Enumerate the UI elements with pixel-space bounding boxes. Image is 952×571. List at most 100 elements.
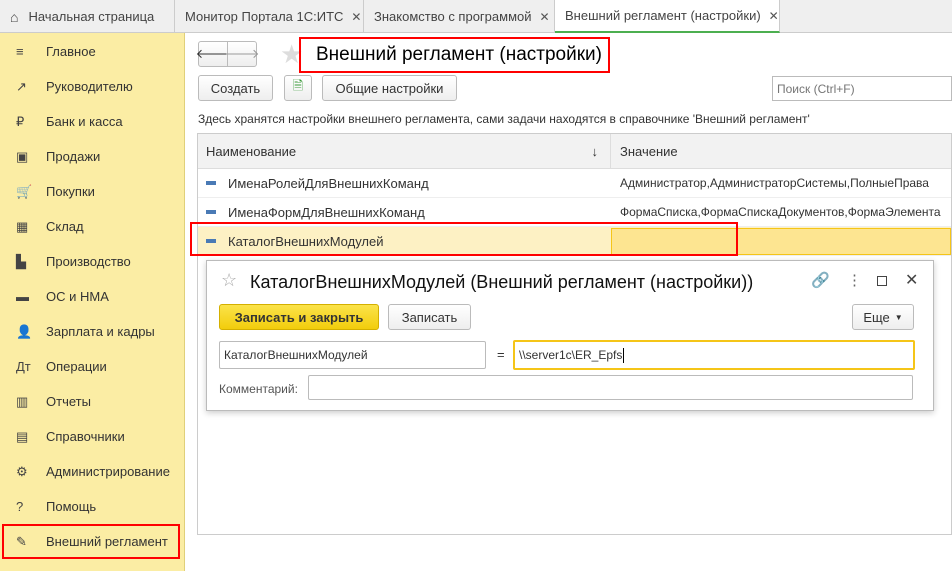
sidebar-item-label: Помощь xyxy=(46,499,97,514)
tab-label: Знакомство с программой xyxy=(374,9,532,24)
row-value: ФормаСписка,ФормаСпискаДокументов,ФормаЭ… xyxy=(620,205,941,219)
save-and-close-button[interactable]: Записать и закрыть xyxy=(219,304,379,330)
sidebar-item-label: Продажи xyxy=(46,149,101,164)
close-icon[interactable]: ✕ xyxy=(769,9,779,23)
text-cursor xyxy=(623,347,625,363)
sidebar-icon: ↗ xyxy=(16,78,27,94)
sidebar-item[interactable]: ▬ ОС и НМА xyxy=(0,279,184,314)
table-header: Наименование ↓ Значение xyxy=(198,133,951,169)
sidebar-icon: 👤 xyxy=(16,323,33,339)
sidebar-icon: ₽ xyxy=(16,113,25,129)
row-value: Администратор,АдминистраторСистемы,Полны… xyxy=(620,176,929,190)
row-name: ИменаРолейДляВнешнихКоманд xyxy=(228,175,429,191)
sidebar-item[interactable]: 🛒 Покупки xyxy=(0,174,184,209)
more-label: Еще xyxy=(863,309,890,325)
sidebar-icon: 🛒 xyxy=(16,183,33,199)
row-highlight xyxy=(190,222,738,256)
maximize-icon[interactable] xyxy=(877,276,887,286)
sidebar-item[interactable]: ✎ Внешний регламент xyxy=(2,524,180,559)
value-field[interactable]: \\server1c\ER_Epfs xyxy=(513,340,915,370)
tab-bar: ⌂ Начальная страница Монитор Портала 1С:И… xyxy=(0,0,952,33)
tab-external-settings[interactable]: Внешний регламент (настройки) ✕ xyxy=(555,0,780,33)
sidebar-item-label: Справочники xyxy=(46,429,125,444)
forward-button[interactable]: 🡒 xyxy=(225,41,259,67)
sidebar-item-label: Покупки xyxy=(46,184,95,199)
add-file-button[interactable]: 🗎 xyxy=(284,75,312,101)
sidebar-icon: ? xyxy=(16,499,24,514)
edit-dialog: ☆ КаталогВнешнихМодулей (Внешний регламе… xyxy=(206,260,934,411)
close-icon[interactable]: ✕ xyxy=(351,10,361,24)
sidebar-item[interactable]: ≡ Главное xyxy=(0,34,184,69)
sidebar-icon: ▥ xyxy=(16,393,29,409)
sidebar-item[interactable]: ₽ Банк и касса xyxy=(0,104,184,139)
sidebar-item-label: Операции xyxy=(46,359,107,374)
sidebar-icon: ▤ xyxy=(16,428,29,444)
favorite-star-icon[interactable]: ☆ xyxy=(221,270,237,291)
sidebar-item-label: Зарплата и кадры xyxy=(46,324,155,339)
sidebar-icon: ▦ xyxy=(16,218,29,234)
sidebar-item[interactable]: ▤ Справочники xyxy=(0,419,184,454)
save-button[interactable]: Записать xyxy=(388,304,471,330)
column-value-header[interactable]: Значение xyxy=(611,144,951,159)
sidebar-item[interactable]: ↗ Руководителю xyxy=(0,69,184,104)
comment-label: Комментарий: xyxy=(219,382,298,396)
tab-label: Внешний регламент (настройки) xyxy=(565,8,761,23)
sidebar-item-label: Производство xyxy=(46,254,131,269)
sidebar-item-label: Склад xyxy=(46,219,84,234)
table-row[interactable]: ИменаРолейДляВнешнихКоманд Администратор,… xyxy=(198,169,951,198)
sidebar-icon: ▙ xyxy=(16,253,26,269)
info-text: Здесь хранятся настройки внешнего реглам… xyxy=(198,112,810,126)
more-menu-icon[interactable]: ⋮ xyxy=(847,271,862,289)
column-name-header[interactable]: Наименование ↓ xyxy=(198,133,611,169)
name-field[interactable]: КаталогВнешнихМодулей xyxy=(219,341,486,369)
sidebar-item-label: Руководителю xyxy=(46,79,133,94)
page-title: Внешний регламент (настройки) xyxy=(316,44,602,65)
value-text: \\server1c\ER_Epfs xyxy=(519,348,623,362)
header-label: Наименование xyxy=(206,143,297,159)
sidebar-icon: ✎ xyxy=(16,533,27,549)
tab-its-monitor[interactable]: Монитор Портала 1С:ИТС ✕ xyxy=(175,0,364,33)
sidebar-item-label: Банк и касса xyxy=(46,114,123,129)
tab-home[interactable]: ⌂ Начальная страница xyxy=(0,0,175,33)
sidebar-item-label: Главное xyxy=(46,44,96,59)
sidebar: ≡ Главное ↗ Руководителю ₽ Банк и касса ▣ Прода… xyxy=(0,33,185,571)
tab-intro[interactable]: Знакомство с программой ✕ xyxy=(364,0,555,33)
sidebar-item-label: Внешний регламент xyxy=(46,534,168,549)
search-input[interactable] xyxy=(772,76,952,101)
comment-field[interactable] xyxy=(308,375,913,400)
sidebar-item[interactable]: ▦ Склад xyxy=(0,209,184,244)
sidebar-item[interactable]: ▙ Производство xyxy=(0,244,184,279)
back-button[interactable]: 🡐 xyxy=(196,41,230,67)
sidebar-icon: Дт xyxy=(16,359,31,374)
general-settings-button[interactable]: Общие настройки xyxy=(322,75,457,101)
sidebar-item[interactable]: Дт Операции xyxy=(0,349,184,384)
more-button[interactable]: Еще ▼ xyxy=(852,304,914,330)
close-icon[interactable]: ✕ xyxy=(540,10,550,24)
equals-sign: = xyxy=(497,347,505,362)
create-button[interactable]: Создать xyxy=(198,75,273,101)
main-area: 🡐 🡒 ★ Внешний регламент (настройки) Созд… xyxy=(186,33,952,571)
sidebar-item[interactable]: ▥ Отчеты xyxy=(0,384,184,419)
item-icon xyxy=(206,210,216,214)
sidebar-item-label: Отчеты xyxy=(46,394,91,409)
new-document-icon: 🗎 xyxy=(292,78,304,93)
tab-label: Монитор Портала 1С:ИТС xyxy=(185,9,344,24)
row-name: ИменаФормДляВнешнихКоманд xyxy=(228,204,425,220)
home-icon: ⌂ xyxy=(10,8,19,25)
sidebar-item[interactable]: ? Помощь xyxy=(0,489,184,524)
link-icon[interactable]: 🔗 xyxy=(811,271,830,289)
sidebar-icon: ⚙ xyxy=(16,463,28,479)
sidebar-item[interactable]: ▣ Продажи xyxy=(0,139,184,174)
sidebar-item-label: Администрирование xyxy=(46,464,170,479)
dropdown-arrow-icon: ▼ xyxy=(894,312,903,322)
sidebar-item-label: ОС и НМА xyxy=(46,289,109,304)
sort-arrow-icon: ↓ xyxy=(591,143,599,159)
sidebar-icon: ≡ xyxy=(16,44,24,59)
tab-label: Начальная страница xyxy=(28,9,155,24)
close-icon[interactable]: ✕ xyxy=(905,270,918,290)
sidebar-icon: ▬ xyxy=(16,289,29,304)
sidebar-item[interactable]: 👤 Зарплата и кадры xyxy=(0,314,184,349)
sidebar-icon: ▣ xyxy=(16,148,29,164)
item-icon xyxy=(206,181,216,185)
sidebar-item[interactable]: ⚙ Администрирование xyxy=(0,454,184,489)
